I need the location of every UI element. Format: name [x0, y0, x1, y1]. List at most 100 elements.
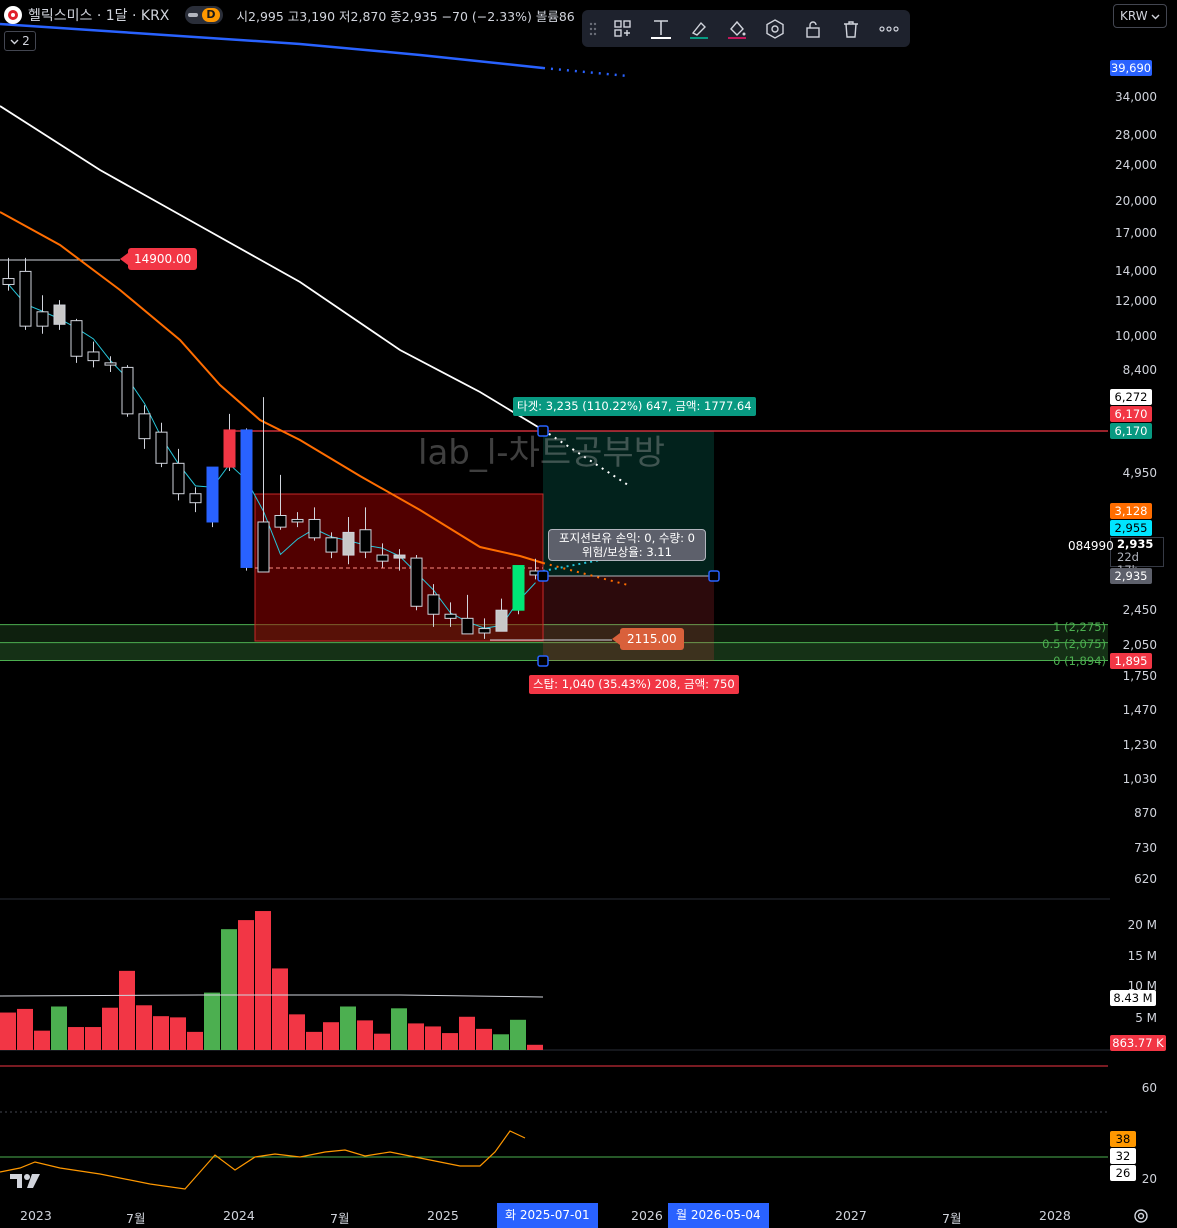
- candle-body: [155, 431, 168, 464]
- candle-body: [325, 537, 338, 553]
- volume-bar: [442, 1033, 458, 1050]
- drag-handle: [708, 570, 720, 582]
- volume-bar: [0, 1012, 16, 1050]
- volume-bar: [340, 1006, 356, 1050]
- template-icon[interactable]: [610, 16, 636, 42]
- price-axis-label: 17,000: [1115, 226, 1157, 240]
- candle-body: [189, 493, 202, 504]
- price-badge-6170-red: 6,170: [1110, 406, 1152, 422]
- drag-handle: [537, 570, 549, 582]
- price-axis-label: 14,000: [1115, 264, 1157, 278]
- low-price-label-arrow: [612, 633, 620, 645]
- drag-handle: [537, 655, 549, 667]
- volume-bar: [408, 1023, 424, 1050]
- candle-body: [393, 554, 406, 559]
- price-axis-label: 1,470: [1122, 703, 1157, 717]
- fib-level-0: 0 (1,894): [1053, 654, 1106, 668]
- volume-bar: [170, 1017, 186, 1050]
- price-axis-label: 20,000: [1115, 194, 1157, 208]
- low-price-label[interactable]: 2115.00: [620, 628, 684, 650]
- candle-body: [138, 413, 151, 440]
- candle-body: [274, 515, 287, 528]
- time-range-end[interactable]: 월 2026-05-04: [668, 1203, 769, 1228]
- volume-bar: [255, 911, 271, 1050]
- ma-blue-line: [0, 22, 544, 70]
- market-status-toggle[interactable]: D: [185, 6, 223, 24]
- stop-label[interactable]: 스탑: 1,040 (35.43%) 208, 금액: 750: [529, 675, 739, 694]
- volume-bar: [34, 1030, 50, 1050]
- volume-axis-label: 5 M: [1135, 1011, 1157, 1025]
- tradingview-logo-icon[interactable]: [10, 1172, 42, 1194]
- drawing-toolbar: [582, 10, 910, 47]
- symbol-logo-icon: [4, 6, 22, 24]
- price-axis-label: 8,400: [1122, 363, 1157, 377]
- time-range-start[interactable]: 화 2025-07-01: [497, 1203, 598, 1228]
- price-axis-label: 28,000: [1115, 128, 1157, 142]
- symbol-code-label: 084990: [1068, 539, 1114, 553]
- candle-body: [410, 557, 423, 607]
- volume-bar: [425, 1026, 441, 1050]
- price-axis-label: 4,950: [1122, 466, 1157, 480]
- price-axis-label: 24,000: [1115, 158, 1157, 172]
- time-label-jul: 7월: [942, 1211, 962, 1226]
- price-chart[interactable]: [0, 0, 1177, 1228]
- candle-body: [104, 362, 117, 366]
- volume-bar: [221, 929, 237, 1050]
- candle-body: [342, 531, 355, 556]
- volume-bar: [357, 1020, 373, 1050]
- watermark: lab_l-차트공부방: [418, 433, 665, 473]
- candle-body: [376, 554, 389, 562]
- candle-body: [291, 518, 304, 523]
- volume-bar: [323, 1022, 339, 1050]
- currency-select[interactable]: KRW: [1113, 4, 1167, 28]
- symbol-title[interactable]: 헬릭스미스 · 1달 · KRX: [28, 5, 169, 25]
- text-icon[interactable]: [648, 16, 674, 42]
- time-label-2026: 2026: [631, 1208, 663, 1223]
- fill-icon[interactable]: [724, 16, 750, 42]
- candle-body: [121, 366, 134, 415]
- osc-axis-label: 60: [1141, 1081, 1157, 1095]
- volume-bar: [289, 1014, 305, 1050]
- volume-bar: [17, 1008, 33, 1050]
- price-axis-label: 870: [1134, 806, 1157, 820]
- price-badge-2935: 2,935: [1110, 568, 1152, 584]
- candle-body: [444, 613, 457, 619]
- candle-body: [478, 628, 491, 634]
- drag-handle-icon[interactable]: [588, 16, 598, 42]
- price-axis-label: 2,450: [1122, 603, 1157, 617]
- high-price-label[interactable]: 14900.00: [128, 248, 198, 270]
- volume-last-badge: 863.77 K: [1110, 1035, 1166, 1051]
- volume-bar: [119, 970, 135, 1050]
- high-price-label-arrow: [120, 253, 128, 265]
- volume-bar: [459, 1016, 475, 1050]
- osc-axis-label: 20: [1141, 1172, 1157, 1186]
- settings-hexagon-icon[interactable]: [762, 16, 788, 42]
- candle-body: [308, 518, 321, 539]
- price-badge-6272: 6,272: [1110, 389, 1152, 405]
- volume-axis-label: 15 M: [1127, 949, 1157, 963]
- volume-bar: [51, 1006, 67, 1050]
- oscillator-line: [0, 1130, 526, 1190]
- lock-icon[interactable]: [800, 16, 826, 42]
- brush-icon[interactable]: [686, 16, 712, 42]
- ohlc-values: 시2,995 고3,190 저2,870 종2,935 −70 (−2.33%)…: [236, 8, 575, 24]
- volume-axis-label: 20 M: [1127, 918, 1157, 932]
- price-axis-label: 1,030: [1122, 772, 1157, 786]
- trash-icon[interactable]: [838, 16, 864, 42]
- position-info[interactable]: 포지션보유 손익: 0, 수량: 0 위험/보상율: 3.11: [548, 529, 706, 561]
- last-price-badge: 2,935 22d 17h: [1110, 537, 1164, 577]
- chart-settings-icon[interactable]: [1133, 1208, 1149, 1228]
- chevron-down-icon: [1151, 9, 1160, 23]
- indicators-toggle[interactable]: 2: [4, 31, 36, 51]
- candle-body: [2, 278, 15, 285]
- candle-body: [359, 529, 372, 553]
- status-dot-icon: [188, 13, 199, 17]
- more-icon[interactable]: [876, 16, 902, 42]
- volume-ma-badge: 8.43 M: [1110, 990, 1156, 1006]
- candle-body: [53, 304, 66, 325]
- osc-badge-38: 38: [1110, 1131, 1136, 1147]
- candle-body: [512, 565, 525, 611]
- volume-bar: [374, 1033, 390, 1050]
- target-label[interactable]: 타겟: 3,235 (110.22%) 647, 금액: 1777.64: [513, 397, 756, 416]
- ma-white-line: [0, 105, 544, 431]
